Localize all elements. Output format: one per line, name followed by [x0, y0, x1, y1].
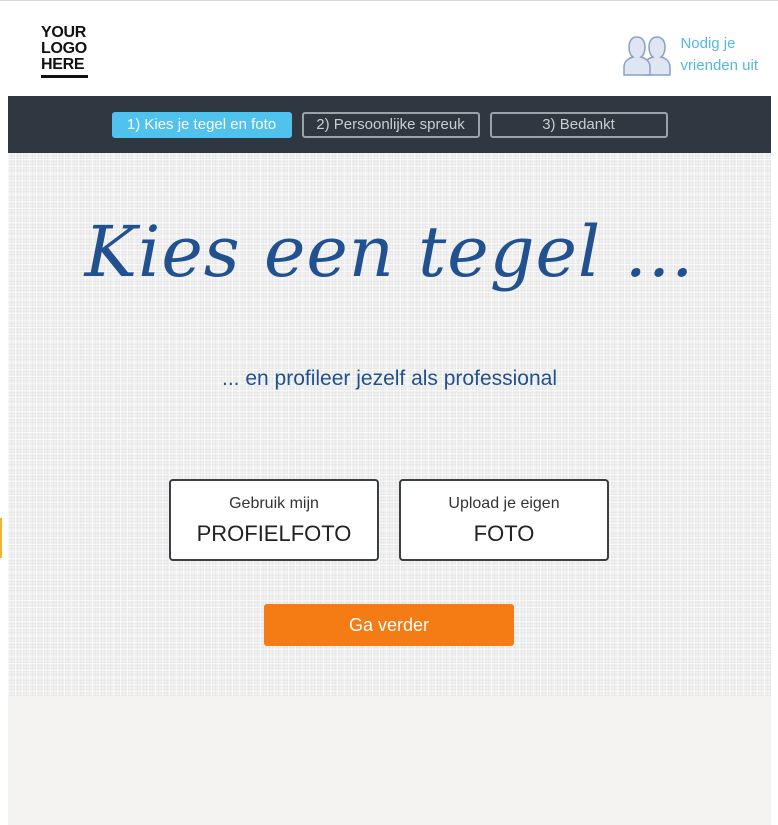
page: YOUR LOGO HERE Nodig je vrienden uit 1) … — [0, 0, 778, 825]
invite-line-1: Nodig je — [680, 35, 736, 52]
invite-text: Nodig je vrienden uit — [680, 33, 758, 77]
upload-photo-small-label: Upload je eigen — [448, 495, 560, 512]
logo-line-3: HERE — [41, 56, 85, 73]
use-profile-photo-small-label: Gebruik mijn — [229, 495, 319, 512]
side-marker — [0, 518, 2, 558]
logo-line-2: LOGO — [41, 40, 87, 57]
hero-title: Kies een tegel ... — [84, 211, 695, 293]
logo[interactable]: YOUR LOGO HERE — [41, 25, 89, 78]
header: YOUR LOGO HERE Nodig je vrienden uit — [0, 1, 778, 96]
continue-button[interactable]: Ga verder — [264, 604, 514, 646]
upload-photo-button[interactable]: Upload je eigen FOTO — [399, 479, 609, 561]
step-2-tab[interactable]: 2) Persoonlijke spreuk — [301, 111, 480, 138]
invite-friends-link[interactable]: Nodig je vrienden uit — [622, 33, 758, 77]
step-3-tab[interactable]: 3) Bedankt — [489, 111, 668, 138]
logo-underline — [41, 75, 88, 78]
use-profile-photo-button[interactable]: Gebruik mijn PROFIELFOTO — [169, 479, 379, 561]
step-1-tab[interactable]: 1) Kies je tegel en foto — [111, 111, 292, 138]
friends-icon — [623, 36, 672, 76]
step-bar: 1) Kies je tegel en foto 2) Persoonlijke… — [8, 96, 771, 153]
hero-subtitle: ... en profileer jezelf als professional — [221, 367, 557, 390]
invite-line-2: vrienden uit — [680, 57, 758, 74]
footer-area — [8, 696, 771, 825]
upload-photo-big-label: FOTO — [473, 521, 535, 546]
hero-section: Kies een tegel ... ... en profileer jeze… — [8, 153, 771, 696]
logo-line-1: YOUR — [41, 24, 87, 41]
use-profile-photo-big-label: PROFIELFOTO — [196, 521, 352, 546]
